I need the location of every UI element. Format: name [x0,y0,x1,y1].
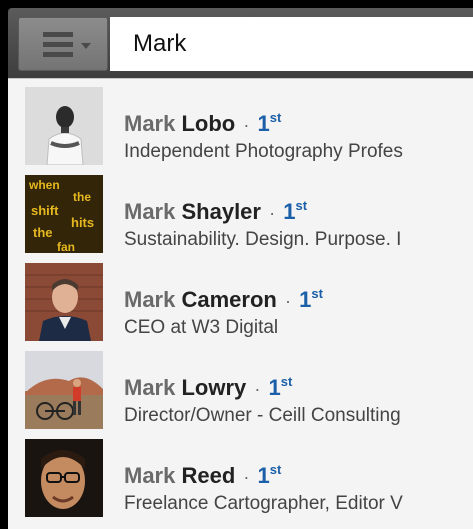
separator-dot: · [243,115,250,135]
result-headline: Sustainability. Design. Purpose. I [124,229,402,250]
separator-dot: · [284,291,291,311]
result-row[interactable]: Mark Reed · 1st Freelance Cartographer, … [8,431,473,519]
separator-dot: · [269,203,276,223]
avatar-text: the [73,190,91,204]
result-row[interactable]: Mark Lowry · 1st Director/Owner - Ceill … [8,343,473,431]
first-name: Mark [124,199,176,224]
result-headline: Freelance Cartographer, Editor V [124,493,403,514]
first-name: Mark [124,287,176,312]
top-bar [8,8,473,78]
last-name: Reed [181,463,236,488]
first-name: Mark [124,375,176,400]
avatar [25,439,103,517]
last-name: Cameron [181,287,277,312]
avatar-text: fan [57,240,75,253]
avatar-text: when [28,178,60,192]
avatar-text: hits [71,215,94,230]
result-headline: Independent Photography Profes [124,141,403,162]
last-name: Lowry [181,375,247,400]
result-row[interactable]: Mark Cameron · 1st CEO at W3 Digital [8,255,473,343]
last-name: Shayler [181,199,261,224]
search-input[interactable] [110,17,473,71]
first-name: Mark [124,111,176,136]
chevron-down-icon [81,43,91,49]
menu-button[interactable] [18,17,108,71]
connection-degree-badge: 1st [283,198,308,224]
connection-degree-badge: 1st [257,462,282,488]
result-row[interactable]: when the shift hits the fan Mark Shayler… [8,167,473,255]
connection-degree-badge: 1st [257,110,282,136]
first-name: Mark [124,463,176,488]
result-name[interactable]: Mark Lobo · 1st [124,110,281,137]
avatar [25,87,103,165]
last-name: Lobo [181,111,236,136]
result-name[interactable]: Mark Lowry · 1st [124,374,292,401]
result-row[interactable]: Mark Lobo · 1st Independent Photography … [8,79,473,167]
app-frame: Mark Lobo · 1st Independent Photography … [0,0,473,529]
result-headline: Director/Owner - Ceill Consulting [124,405,401,426]
hamburger-icon [43,32,73,62]
avatar-text: the [33,225,53,240]
separator-dot: · [243,467,250,487]
separator-dot: · [254,379,261,399]
result-name[interactable]: Mark Shayler · 1st [124,198,307,225]
result-headline: CEO at W3 Digital [124,317,279,338]
avatar-text: shift [31,203,59,218]
result-name[interactable]: Mark Reed · 1st [124,462,281,489]
avatar [25,263,103,341]
results-list: Mark Lobo · 1st Independent Photography … [8,78,473,529]
avatar [25,351,103,429]
avatar: when the shift hits the fan [25,175,103,253]
connection-degree-badge: 1st [268,374,293,400]
result-name[interactable]: Mark Cameron · 1st [124,286,323,313]
connection-degree-badge: 1st [299,286,323,312]
